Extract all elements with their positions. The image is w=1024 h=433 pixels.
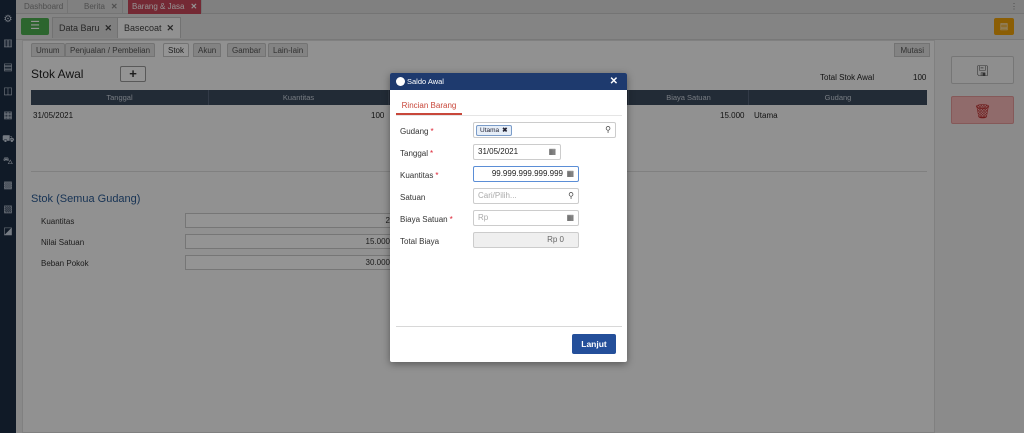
- biaya-satuan-label: Biaya Satuan *: [400, 215, 453, 224]
- modal-title: Saldo Awal: [407, 77, 444, 86]
- total-biaya-value: Rp 0: [473, 232, 579, 248]
- tab-rincian-barang[interactable]: Rincian Barang: [396, 98, 462, 115]
- gudang-select[interactable]: Utama ✖ ⚲: [473, 122, 616, 138]
- saldo-awal-modal: Saldo Awal ✕ Rincian Barang Gudang * Utam…: [390, 73, 627, 362]
- gudang-label: Gudang *: [400, 127, 434, 136]
- total-biaya-label: Total Biaya: [400, 237, 440, 246]
- tanggal-label: Tanggal *: [400, 149, 434, 158]
- biaya-satuan-input[interactable]: Rp ▦: [473, 210, 579, 226]
- kuantitas-label: Kuantitas *: [400, 171, 439, 180]
- gudang-chip: Utama ✖: [476, 125, 512, 136]
- close-icon[interactable]: ✕: [610, 73, 618, 90]
- remove-icon[interactable]: ✖: [502, 127, 507, 134]
- tanggal-input[interactable]: 31/05/2021 ▦: [473, 144, 561, 160]
- calculator-icon[interactable]: ▦: [566, 211, 574, 225]
- modal-header: Saldo Awal ✕: [390, 73, 627, 90]
- lanjut-button[interactable]: Lanjut: [572, 334, 616, 354]
- kuantitas-input[interactable]: 99.999.999.999.999 ▦: [473, 166, 579, 182]
- calculator-icon[interactable]: ▦: [566, 167, 574, 181]
- divider: [396, 326, 622, 327]
- search-icon[interactable]: ⚲: [605, 123, 611, 137]
- circle-icon: [396, 77, 405, 86]
- calendar-icon[interactable]: ▦: [548, 145, 556, 159]
- search-icon[interactable]: ⚲: [568, 189, 574, 203]
- divider: [396, 115, 622, 116]
- satuan-label: Satuan: [400, 193, 426, 202]
- satuan-input[interactable]: Cari/Pilih... ⚲: [473, 188, 579, 204]
